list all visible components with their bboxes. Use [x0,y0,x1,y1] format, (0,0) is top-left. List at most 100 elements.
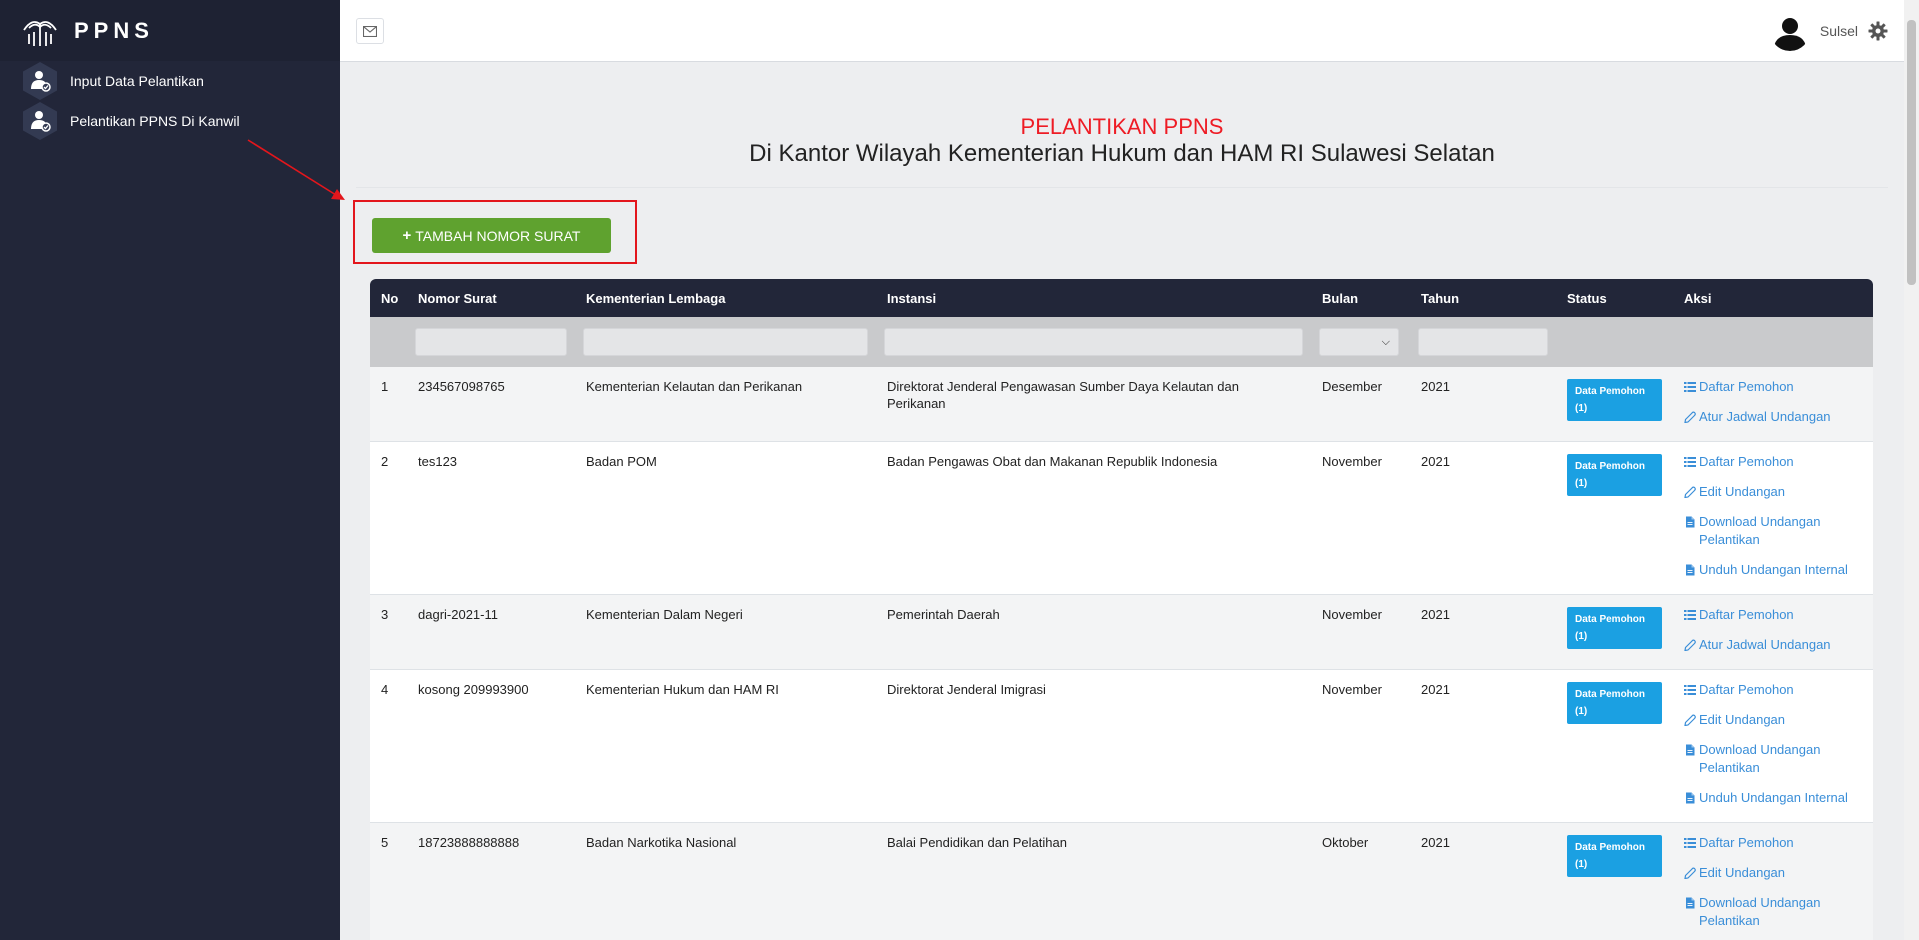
instansi-filter-input[interactable] [884,328,1303,356]
tahun-cell: 2021 [1410,594,1556,670]
pelantikan-table: No Nomor Surat Kementerian Lembaga Insta… [370,279,1873,940]
sidebar-item-pelantikan-ppns-di-kanwil[interactable]: Pelantikan PPNS Di Kanwil [0,101,340,141]
sidebar-item-label: Input Data Pelantikan [70,73,204,89]
list-icon [1684,838,1696,848]
main-content: PELANTIKAN PPNS Di Kantor Wilayah Kement… [340,62,1904,940]
kementerian-cell: Badan POM [575,441,876,595]
action-label: Daftar Pemohon [1699,379,1794,394]
action-label: Daftar Pemohon [1699,454,1794,469]
table-filter-row: ⌵ [370,317,1873,367]
action-label: Download Undangan Pelantikan [1699,514,1821,547]
sidebar: PPNS Input Data Pelantikan Pelantikan PP… [0,0,340,940]
filter-cell [1556,317,1673,367]
column-header-status[interactable]: Status [1556,279,1673,317]
brand[interactable]: PPNS [0,0,340,61]
status-badge[interactable]: Data Pemohon (1) [1567,454,1662,496]
action-label: Daftar Pemohon [1699,607,1794,622]
filter-cell [1673,317,1873,367]
kementerian-cell: Kementerian Dalam Negeri [575,594,876,670]
column-header-aksi[interactable]: Aksi [1673,279,1873,317]
table-body: 1 234567098765 Kementerian Kelautan dan Pe… [370,367,1873,940]
avatar[interactable] [1769,11,1810,51]
page-scrollbar[interactable] [1904,0,1919,940]
page-heading: PELANTIKAN PPNS Di Kantor Wilayah Kement… [340,114,1904,168]
user-name: Sulsel [1819,23,1858,39]
status-cell: Data Pemohon (1) [1556,822,1673,940]
scrollbar-thumb[interactable] [1907,20,1916,285]
unduh-undangan-internal-link[interactable]: Unduh Undangan Internal [1684,561,1862,579]
instansi-cell: Badan Pengawas Obat dan Makanan Republik… [876,441,1311,595]
atur-jadwal-undangan-link[interactable]: Atur Jadwal Undangan [1684,636,1862,654]
atur-jadwal-undangan-link[interactable]: Atur Jadwal Undangan [1684,408,1862,426]
status-badge[interactable]: Data Pemohon (1) [1567,607,1662,649]
sidebar-item-input-data-pelantikan[interactable]: Input Data Pelantikan [0,61,340,101]
bulan-filter-select[interactable]: ⌵ [1319,328,1399,356]
edit-icon [1684,411,1696,423]
envelope-icon [363,25,377,37]
filter-cell [1410,317,1556,367]
daftar-pemohon-link[interactable]: Daftar Pemohon [1684,606,1862,624]
column-header-instansi[interactable]: Instansi [876,279,1311,317]
daftar-pemohon-link[interactable]: Daftar Pemohon [1684,681,1862,699]
download-undangan-pelantikan-link[interactable]: Download Undangan Pelantikan [1684,894,1862,930]
column-header-tahun[interactable]: Tahun [1410,279,1556,317]
action-label: Atur Jadwal Undangan [1699,409,1831,424]
column-header-bulan[interactable]: Bulan [1311,279,1410,317]
daftar-pemohon-link[interactable]: Daftar Pemohon [1684,378,1862,396]
column-header-kementerian-lembaga[interactable]: Kementerian Lembaga [575,279,876,317]
column-header-nomor-surat[interactable]: Nomor Surat [407,279,575,317]
nomor-surat-filter-input[interactable] [415,328,567,356]
aksi-cell: Daftar Pemohon Edit Undangan Download Unda… [1673,822,1873,940]
filter-cell [876,317,1311,367]
edit-undangan-link[interactable]: Edit Undangan [1684,483,1862,501]
no-cell: 3 [370,594,407,670]
download-undangan-pelantikan-link[interactable]: Download Undangan Pelantikan [1684,513,1862,549]
kementerian-filter-input[interactable] [583,328,868,356]
no-cell: 4 [370,669,407,823]
tambah-nomor-surat-button[interactable]: + TAMBAH NOMOR SURAT [372,218,611,253]
aksi-cell: Daftar Pemohon Atur Jadwal Undangan [1673,367,1873,442]
list-icon [1684,457,1696,467]
status-badge[interactable]: Data Pemohon (1) [1567,379,1662,421]
status-badge[interactable]: Data Pemohon (1) [1567,835,1662,877]
mail-button[interactable] [356,18,384,44]
file-icon [1686,792,1695,804]
divider [356,187,1888,188]
user-menu[interactable]: Sulsel [1769,11,1888,51]
status-cell: Data Pemohon (1) [1556,594,1673,670]
gear-icon[interactable] [1868,21,1888,41]
download-undangan-pelantikan-link[interactable]: Download Undangan Pelantikan [1684,741,1862,777]
edit-undangan-link[interactable]: Edit Undangan [1684,711,1862,729]
filter-cell [370,317,407,367]
plus-icon: + [402,227,412,244]
user-check-icon [20,61,60,101]
topbar: Sulsel [340,0,1904,62]
status-cell: Data Pemohon (1) [1556,441,1673,595]
user-silhouette-icon [1769,11,1810,51]
daftar-pemohon-link[interactable]: Daftar Pemohon [1684,834,1862,852]
aksi-cell: Daftar Pemohon Edit Undangan Download Unda… [1673,669,1873,823]
action-label: Download Undangan Pelantikan [1699,895,1821,928]
table-header: No Nomor Surat Kementerian Lembaga Insta… [370,279,1873,317]
instansi-cell: Balai Pendidikan dan Pelatihan [876,822,1311,940]
nomor-surat-cell: dagri-2021-11 [407,594,575,670]
tahun-cell: 2021 [1410,441,1556,595]
tahun-cell: 2021 [1410,822,1556,940]
nomor-surat-cell: kosong 209993900 [407,669,575,823]
status-badge[interactable]: Data Pemohon (1) [1567,682,1662,724]
unduh-undangan-internal-link[interactable]: Unduh Undangan Internal [1684,789,1862,807]
daftar-pemohon-link[interactable]: Daftar Pemohon [1684,453,1862,471]
edit-icon [1684,714,1696,726]
column-header-no[interactable]: No [370,279,407,317]
no-cell: 1 [370,367,407,442]
sidebar-item-label: Pelantikan PPNS Di Kanwil [70,113,240,129]
filter-cell: ⌵ [1311,317,1410,367]
table-row: 4 kosong 209993900 Kementerian Hukum dan H… [370,669,1873,823]
list-icon [1684,610,1696,620]
edit-undangan-link[interactable]: Edit Undangan [1684,864,1862,882]
tahun-filter-input[interactable] [1418,328,1548,356]
nomor-surat-cell: 234567098765 [407,367,575,442]
file-icon [1686,516,1695,528]
kementerian-cell: Kementerian Hukum dan HAM RI [575,669,876,823]
file-icon [1686,744,1695,756]
